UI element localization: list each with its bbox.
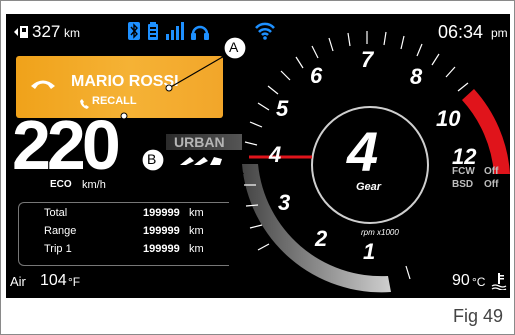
odo-total-value: 199999 xyxy=(143,207,180,219)
clock-time: 06:34 xyxy=(438,22,484,42)
odo-range-value: 199999 xyxy=(143,225,180,237)
fuel-range-icon xyxy=(12,24,32,45)
fcw-value: Off xyxy=(484,166,499,177)
odo-trip-label: Trip 1 xyxy=(44,243,72,255)
figure-label: Fig 49 xyxy=(452,306,503,326)
coolant-temp-icon xyxy=(491,272,507,295)
odo-total-label: Total xyxy=(44,207,68,219)
wifi-icon xyxy=(254,20,276,45)
bluetooth-icon xyxy=(128,22,140,45)
engine-temp-unit: °C xyxy=(472,275,486,289)
gauge-label-3: 3 xyxy=(278,190,291,215)
odo-range-label: Range xyxy=(44,225,77,237)
speed-unit: km/h xyxy=(82,179,106,191)
engine-temp-value: 90 xyxy=(452,272,470,289)
phone-handset-icon xyxy=(30,77,56,96)
clock-suffix: pm xyxy=(491,26,508,40)
gauge-label-8: 8 xyxy=(410,64,423,89)
odo-total-unit: km xyxy=(189,207,204,219)
range-unit: km xyxy=(64,26,80,40)
air-unit: °F xyxy=(68,275,81,289)
signal-strength-icon xyxy=(166,22,184,45)
callout-b: B xyxy=(147,151,157,167)
traction-mode-icon xyxy=(180,154,224,172)
range-value: 327 xyxy=(32,22,61,41)
ride-mode-label: URBAN xyxy=(174,134,225,150)
gauge-label-6: 6 xyxy=(310,63,323,88)
speed-value: 220 xyxy=(12,106,121,184)
dashboard-screen: 1 2 3 4 5 6 7 8 10 12 4 Gear rpm x1000 F… xyxy=(6,14,510,298)
gauge-label-7: 7 xyxy=(361,47,374,72)
air-label: Air xyxy=(10,274,26,289)
gauge-label-10: 10 xyxy=(436,106,461,131)
callout-a: A xyxy=(229,39,239,55)
bsd-label: BSD xyxy=(452,179,474,190)
phone-battery-icon xyxy=(148,22,158,45)
odo-range-unit: km xyxy=(189,225,204,237)
gauge-label-1: 1 xyxy=(363,239,376,264)
fcw-label: FCW xyxy=(452,166,475,177)
caller-name: MARIO ROSSI xyxy=(71,73,179,90)
gear-label: Gear xyxy=(356,181,382,193)
rpm-unit-label: rpm x1000 xyxy=(361,228,399,237)
gauge-label-2: 2 xyxy=(315,226,328,251)
gauge-label-5: 5 xyxy=(276,96,289,121)
gauge-label-4: 4 xyxy=(269,142,282,167)
air-value: 104 xyxy=(40,272,67,289)
headset-icon xyxy=(190,22,210,45)
odo-trip-unit: km xyxy=(189,243,204,255)
speed-mode: ECO xyxy=(50,179,72,190)
odo-trip-value: 199999 xyxy=(143,243,180,255)
bsd-value: Off xyxy=(484,179,499,190)
gear-value: 4 xyxy=(347,120,379,183)
